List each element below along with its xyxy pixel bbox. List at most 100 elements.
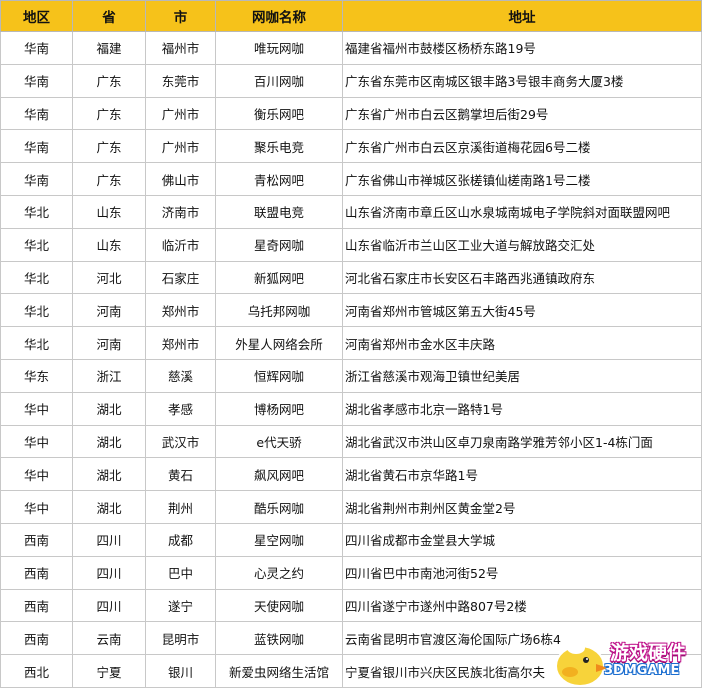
cell-address: 福建省福州市鼓楼区杨桥东路19号 (342, 31, 702, 65)
cell-address: 湖北省荆州市荆州区黄金堂2号 (342, 490, 702, 524)
cell-region: 华南 (0, 96, 73, 131)
cell-cafe-name: 联盟电竞 (215, 194, 343, 229)
cell-province: 四川 (72, 588, 146, 623)
cell-cafe-name: 星奇网咖 (215, 227, 343, 262)
cell-cafe-name: e代天骄 (215, 424, 343, 459)
cell-city: 武汉市 (145, 424, 216, 459)
table-row: 华东 浙江 慈溪 恒辉网咖 浙江省慈溪市观海卫镇世纪美居 (0, 358, 702, 393)
table-body: 华南 福建 福州市 唯玩网咖 福建省福州市鼓楼区杨桥东路19号 华南 广东 东莞市 百川网咖 广东… (0, 31, 702, 688)
cell-city: 石家庄 (145, 260, 216, 295)
cell-region: 西南 (0, 555, 73, 590)
cell-province: 四川 (72, 555, 146, 590)
cell-city: 成都 (145, 522, 216, 557)
cell-cafe-name: 百川网咖 (215, 63, 343, 98)
cell-city: 福州市 (145, 31, 216, 65)
table-row: 华南 广东 广州市 衡乐网吧 广东省广州市白云区鹅掌坦后街29号 (0, 96, 702, 131)
cell-address: 广东省佛山市禅城区张槎镇仙槎南路1号二楼 (342, 162, 702, 196)
cell-city: 黄石 (145, 457, 216, 492)
cell-region: 华南 (0, 162, 73, 196)
cell-province: 云南 (72, 621, 146, 656)
cell-province: 山东 (72, 194, 146, 229)
cell-region: 西南 (0, 621, 73, 656)
cell-cafe-name: 星空网咖 (215, 522, 343, 557)
table-row: 华北 河南 郑州市 外星人网络会所 河南省郑州市金水区丰庆路 (0, 326, 702, 360)
table-row: 西南 四川 巴中 心灵之约 四川省巴中市南池河街52号 (0, 555, 702, 590)
cell-province: 广东 (72, 63, 146, 98)
table-row: 华中 湖北 荆州 酷乐网咖 湖北省荆州市荆州区黄金堂2号 (0, 490, 702, 524)
table-row: 西北 宁夏 银川 新爱虫网络生活馆 宁夏省银川市兴庆区民族北街高尔夫 (0, 654, 702, 688)
cell-city: 济南市 (145, 194, 216, 229)
cell-province: 浙江 (72, 358, 146, 393)
cell-address: 四川省成都市金堂县大学城 (342, 522, 702, 557)
cell-region: 华北 (0, 260, 73, 295)
cell-address: 四川省遂宁市遂州中路807号2楼 (342, 588, 702, 623)
cell-address: 河南省郑州市管城区第五大街45号 (342, 293, 702, 328)
cell-cafe-name: 新狐网吧 (215, 260, 343, 295)
table-row: 西南 云南 昆明市 蓝铁网咖 云南省昆明市官渡区海伦国际广场6栋4 (0, 621, 702, 656)
cell-cafe-name: 乌托邦网咖 (215, 293, 343, 328)
cell-cafe-name: 青松网吧 (215, 162, 343, 196)
cell-cafe-name: 外星人网络会所 (215, 326, 343, 360)
cell-city: 孝感 (145, 391, 216, 426)
cell-address: 湖北省孝感市北京一路特1号 (342, 391, 702, 426)
cell-address: 湖北省武汉市洪山区卓刀泉南路学雅芳邻小区1-4栋门面 (342, 424, 702, 459)
cell-province: 福建 (72, 31, 146, 65)
cell-region: 华北 (0, 194, 73, 229)
cell-province: 湖北 (72, 457, 146, 492)
cell-city: 荆州 (145, 490, 216, 524)
cell-address: 云南省昆明市官渡区海伦国际广场6栋4 (342, 621, 702, 656)
table-row: 西南 四川 遂宁 天使网咖 四川省遂宁市遂州中路807号2楼 (0, 588, 702, 623)
cell-cafe-name: 博杨网吧 (215, 391, 343, 426)
cell-city: 巴中 (145, 555, 216, 590)
cell-city: 遂宁 (145, 588, 216, 623)
table-row: 西南 四川 成都 星空网咖 四川省成都市金堂县大学城 (0, 522, 702, 557)
column-header-cafe-name: 网咖名称 (215, 0, 343, 32)
cell-address: 广东省广州市白云区鹅掌坦后街29号 (342, 96, 702, 131)
cell-city: 郑州市 (145, 293, 216, 328)
column-header-address: 地址 (342, 0, 702, 32)
cell-city: 昆明市 (145, 621, 216, 656)
column-header-city: 市 (145, 0, 216, 32)
column-header-province: 省 (72, 0, 146, 32)
table-row: 华北 山东 临沂市 星奇网咖 山东省临沂市兰山区工业大道与解放路交汇处 (0, 227, 702, 262)
cell-cafe-name: 恒辉网咖 (215, 358, 343, 393)
cell-province: 广东 (72, 129, 146, 164)
cell-city: 广州市 (145, 129, 216, 164)
cell-region: 华中 (0, 457, 73, 492)
cell-province: 湖北 (72, 490, 146, 524)
cell-address: 广东省东莞市区南城区银丰路3号银丰商务大厦3楼 (342, 63, 702, 98)
cell-province: 河南 (72, 293, 146, 328)
table-row: 华南 广东 佛山市 青松网吧 广东省佛山市禅城区张槎镇仙槎南路1号二楼 (0, 162, 702, 196)
cell-province: 广东 (72, 162, 146, 196)
cell-province: 湖北 (72, 391, 146, 426)
cell-city: 临沂市 (145, 227, 216, 262)
table-row: 华南 福建 福州市 唯玩网咖 福建省福州市鼓楼区杨桥东路19号 (0, 31, 702, 65)
cell-region: 华中 (0, 490, 73, 524)
cell-region: 华中 (0, 424, 73, 459)
table-header-row: 地区 省 市 网咖名称 地址 (0, 0, 702, 32)
cell-city: 广州市 (145, 96, 216, 131)
cell-address: 四川省巴中市南池河街52号 (342, 555, 702, 590)
cell-city: 佛山市 (145, 162, 216, 196)
cell-cafe-name: 聚乐电竞 (215, 129, 343, 164)
cell-region: 华北 (0, 227, 73, 262)
cell-province: 山东 (72, 227, 146, 262)
cell-region: 华南 (0, 31, 73, 65)
table-row: 华南 广东 广州市 聚乐电竞 广东省广州市白云区京溪街道梅花园6号二楼 (0, 129, 702, 164)
cell-province: 广东 (72, 96, 146, 131)
cell-province: 河北 (72, 260, 146, 295)
table-row: 华北 河南 郑州市 乌托邦网咖 河南省郑州市管城区第五大街45号 (0, 293, 702, 328)
cell-region: 华东 (0, 358, 73, 393)
cell-city: 慈溪 (145, 358, 216, 393)
cell-cafe-name: 衡乐网吧 (215, 96, 343, 131)
cell-address: 湖北省黄石市京华路1号 (342, 457, 702, 492)
cell-region: 华南 (0, 63, 73, 98)
cell-cafe-name: 心灵之约 (215, 555, 343, 590)
cell-cafe-name: 天使网咖 (215, 588, 343, 623)
cell-address: 河北省石家庄市长安区石丰路西兆通镇政府东 (342, 260, 702, 295)
table-row: 华北 河北 石家庄 新狐网吧 河北省石家庄市长安区石丰路西兆通镇政府东 (0, 260, 702, 295)
table-row: 华中 湖北 孝感 博杨网吧 湖北省孝感市北京一路特1号 (0, 391, 702, 426)
cell-city: 东莞市 (145, 63, 216, 98)
cell-province: 河南 (72, 326, 146, 360)
cell-address: 山东省临沂市兰山区工业大道与解放路交汇处 (342, 227, 702, 262)
